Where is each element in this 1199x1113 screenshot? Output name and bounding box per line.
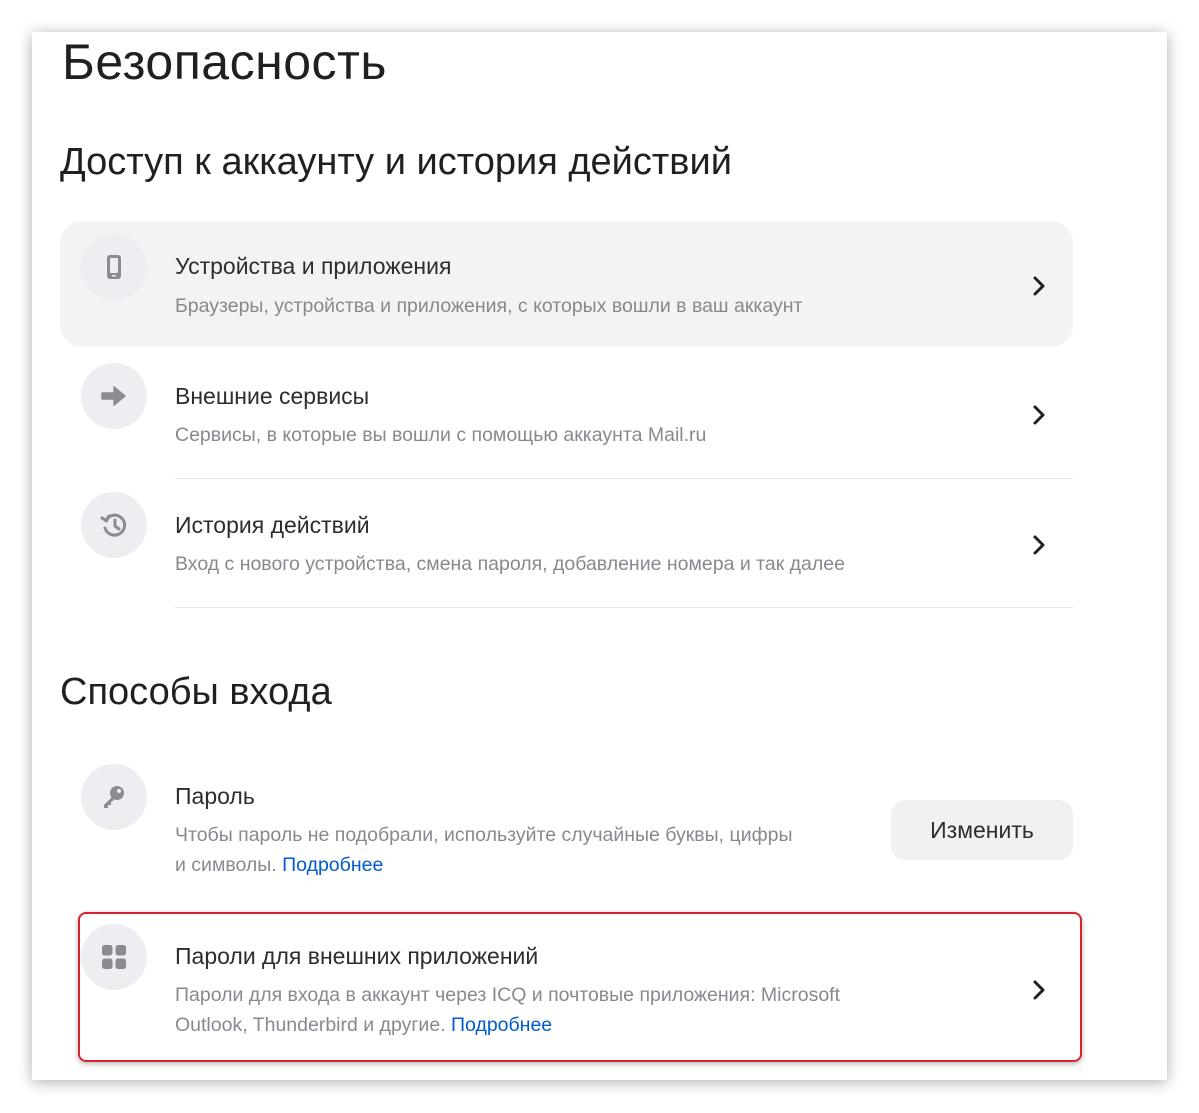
highlight-annotation — [78, 912, 1082, 1062]
row-subtitle: Чтобы пароль не подобрали, используйте с… — [175, 820, 895, 880]
chevron-right-icon — [1033, 276, 1045, 296]
key-icon — [81, 764, 147, 830]
section-title-access: Доступ к аккаунту и история действий — [60, 141, 732, 183]
row-title: Пароль — [175, 783, 255, 809]
history-icon — [81, 492, 147, 558]
page-title: Безопасность — [62, 34, 387, 90]
learn-more-link[interactable]: Подробнее — [282, 854, 383, 876]
phone-icon — [81, 234, 147, 300]
row-devices-and-apps[interactable]: Устройства и приложения Браузеры, устрой… — [60, 221, 1073, 347]
row-subtitle: Браузеры, устройства и приложения, с кот… — [175, 295, 803, 317]
row-external-services[interactable]: Внешние сервисы Сервисы, в которые вы во… — [60, 350, 1073, 478]
row-title: История действий — [175, 512, 370, 538]
subtitle-line-1: Чтобы пароль не подобрали, используйте с… — [175, 824, 793, 846]
chevron-right-icon — [1033, 405, 1045, 425]
arrow-right-icon — [81, 363, 147, 429]
chevron-right-icon — [1033, 535, 1045, 555]
row-activity-history[interactable]: История действий Вход с нового устройств… — [60, 479, 1073, 607]
section-title-login-methods: Способы входа — [60, 671, 332, 713]
subtitle-line-2: и символы. — [175, 854, 277, 876]
row-subtitle: Сервисы, в которые вы вошли с помощью ак… — [175, 424, 707, 446]
change-password-button[interactable]: Изменить — [891, 800, 1073, 860]
row-title: Внешние сервисы — [175, 383, 370, 409]
row-subtitle: Вход с нового устройства, смена пароля, … — [175, 553, 845, 575]
row-title: Устройства и приложения — [175, 253, 452, 279]
divider — [175, 607, 1073, 608]
